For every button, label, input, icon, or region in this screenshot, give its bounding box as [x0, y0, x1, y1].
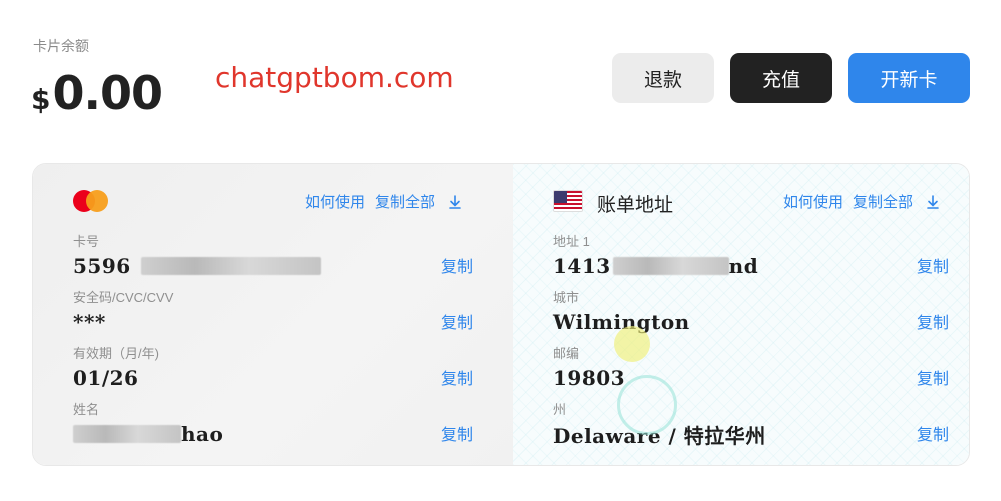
billing-address-panel: 账单地址 如何使用 复制全部 地址 1 1413 nd 复制 城市 Wilmin…: [513, 164, 969, 465]
copy-all-link[interactable]: 复制全部: [375, 191, 435, 212]
copy-button[interactable]: 复制: [917, 365, 949, 389]
field-label: 有效期（月/年): [73, 346, 159, 361]
balance-amount: $ 0.00: [31, 66, 163, 120]
field-label: 地址 1: [553, 234, 590, 249]
cardholder-name-value: hao: [73, 421, 473, 447]
refund-button[interactable]: 退款: [612, 53, 714, 103]
zip-field: 邮编 19803 复制: [553, 343, 949, 391]
cvc-value: ***: [73, 310, 106, 334]
copy-all-link[interactable]: 复制全部: [853, 191, 913, 212]
card-number-field: 卡号 5596 复制: [73, 231, 473, 279]
field-label: 安全码/CVC/CVV: [73, 290, 174, 305]
new-card-button[interactable]: 开新卡: [848, 53, 970, 103]
field-label: 姓名: [73, 402, 100, 417]
zip-value: 19803: [553, 366, 626, 390]
expiry-field: 有效期（月/年) 01/26 复制: [73, 343, 473, 391]
copy-button[interactable]: 复制: [441, 365, 473, 389]
card-top-links: 如何使用 复制全部: [305, 191, 463, 212]
address1-field: 地址 1 1413 nd 复制: [553, 231, 949, 279]
billing-address-title: 账单地址: [597, 195, 674, 216]
field-label: 邮编: [553, 346, 580, 361]
address1-value: 1413 nd: [553, 254, 759, 278]
topup-button[interactable]: 充值: [730, 53, 832, 103]
download-icon[interactable]: [925, 194, 941, 210]
copy-button[interactable]: 复制: [917, 421, 949, 445]
state-value: Delaware / 特拉华州: [553, 423, 766, 448]
us-flag-icon: [553, 190, 583, 212]
card-number-value: 5596: [73, 253, 473, 279]
currency-symbol: $: [31, 83, 51, 116]
redacted-block: [140, 257, 321, 275]
mastercard-logo-icon: [73, 190, 109, 212]
download-icon[interactable]: [447, 194, 463, 210]
card-details-panel: 如何使用 复制全部 卡号 5596 复制 安全码/CVC/CVV *** 复制 …: [33, 164, 513, 465]
state-field: 州 Delaware / 特拉华州 复制: [553, 399, 949, 448]
click-ripple: [617, 375, 677, 435]
balance-label: 卡片余额: [33, 38, 89, 54]
copy-button[interactable]: 复制: [441, 309, 473, 333]
name-field: 姓名 hao 复制: [73, 399, 473, 447]
cursor-highlight: [614, 326, 650, 362]
copy-button[interactable]: 复制: [917, 309, 949, 333]
field-label: 卡号: [73, 234, 100, 249]
card-panel: 如何使用 复制全部 卡号 5596 复制 安全码/CVC/CVV *** 复制 …: [32, 163, 970, 466]
redacted-block: [73, 425, 181, 443]
city-value: Wilmington: [553, 310, 690, 334]
watermark-text: chatgptbom.com: [215, 61, 454, 94]
billing-top-links: 如何使用 复制全部: [783, 191, 941, 212]
copy-button[interactable]: 复制: [441, 421, 473, 445]
cvc-field: 安全码/CVC/CVV *** 复制: [73, 287, 473, 335]
copy-button[interactable]: 复制: [441, 253, 473, 277]
expiry-value: 01/26: [73, 366, 139, 390]
copy-button[interactable]: 复制: [917, 253, 949, 277]
redacted-block: [612, 257, 729, 275]
city-field: 城市 Wilmington 复制: [553, 287, 949, 335]
how-to-use-link[interactable]: 如何使用: [305, 191, 365, 212]
how-to-use-link[interactable]: 如何使用: [783, 191, 843, 212]
field-label: 州: [553, 402, 567, 417]
balance-value: 0.00: [52, 66, 162, 120]
field-label: 城市: [553, 290, 580, 305]
